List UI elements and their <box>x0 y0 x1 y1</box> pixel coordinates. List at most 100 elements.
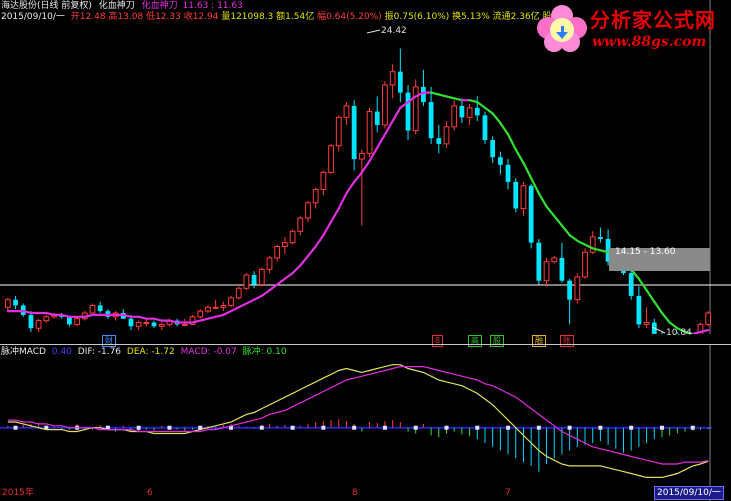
pulse-marker <box>413 425 418 430</box>
flower-logo-icon <box>537 5 587 52</box>
quote-date: 2015/09/10/一 <box>1 12 65 22</box>
candle-body <box>497 157 503 165</box>
candle-body <box>335 116 342 147</box>
candle-body <box>636 295 642 325</box>
ma-segment <box>545 205 556 218</box>
candle <box>151 320 157 329</box>
candle-body <box>197 310 204 318</box>
candle <box>428 86 434 144</box>
candle <box>297 216 304 236</box>
pulse-marker <box>475 425 480 430</box>
candle <box>459 98 465 123</box>
candle <box>74 316 80 327</box>
cursor-date-box: 2015/09/10/一 <box>654 486 724 500</box>
pulse-marker <box>167 425 172 430</box>
candle-body <box>505 164 511 182</box>
quote-amount: 额1.54亿 <box>276 12 315 22</box>
candle <box>589 231 596 255</box>
ma-segment <box>653 300 664 315</box>
candle-body <box>67 316 72 325</box>
candle <box>135 320 142 331</box>
candle <box>67 316 72 327</box>
dea-line <box>7 366 709 465</box>
ma-segment <box>491 112 502 125</box>
candle-body <box>13 299 18 306</box>
candle <box>436 124 442 154</box>
candle <box>13 295 18 310</box>
candle <box>274 244 281 262</box>
candle-body <box>551 257 558 263</box>
candle-body <box>235 287 242 299</box>
candle <box>443 121 450 148</box>
ma-segment <box>437 93 448 98</box>
stock-name: 海达股份(日线 前复权) <box>1 1 92 11</box>
ma-segment <box>391 106 402 123</box>
ma-segment <box>476 100 487 109</box>
pulse-marker <box>444 425 449 430</box>
peak-price-label: 24.42 <box>381 26 407 36</box>
candle-body <box>389 71 396 86</box>
candle <box>598 227 603 243</box>
pulse-marker <box>13 425 18 430</box>
ma-segment <box>468 99 479 104</box>
candle <box>451 100 458 131</box>
pulse-marker <box>321 425 326 430</box>
price-range-label: 14.15 - 13.60 <box>615 247 676 257</box>
ma-segment <box>229 306 240 313</box>
ma-segment <box>152 317 163 322</box>
candle-body <box>28 314 34 329</box>
candle-body <box>567 280 573 300</box>
candle-body <box>143 322 150 324</box>
candle-body <box>559 257 565 281</box>
chart-title-row: 海达股份(日线 前复权) 化血神刀 化血神刀 11.63 : 11.63 <box>1 1 243 12</box>
candle-body <box>89 304 96 314</box>
macd-chart[interactable] <box>0 345 731 501</box>
candle <box>651 318 657 334</box>
candle-body <box>228 297 234 306</box>
candle <box>389 64 396 99</box>
candle-body <box>266 257 273 270</box>
ma-segment <box>660 311 671 324</box>
candle <box>143 318 150 327</box>
candle-body <box>320 171 327 190</box>
candle-body <box>459 105 465 118</box>
axis-month-6: 6 <box>147 488 153 498</box>
indicator-values: 11.63 : 11.63 <box>182 1 243 11</box>
candle-body <box>351 105 357 160</box>
candle <box>421 69 426 106</box>
ma-segment <box>483 106 494 115</box>
candle <box>197 309 204 319</box>
ma-segment <box>360 159 371 174</box>
axis-year-label: 2015年 <box>2 488 34 498</box>
ma-segment <box>353 171 363 183</box>
candle <box>397 48 403 103</box>
quote-info-row: 2015/09/10/一 开12.48 高13.08 低12.33 收12.94… <box>1 12 561 23</box>
ma-segment <box>314 234 325 248</box>
candle <box>351 100 357 171</box>
candle <box>235 286 242 300</box>
candle <box>35 318 42 332</box>
pulse-marker <box>598 425 603 430</box>
pulse-marker <box>382 425 387 430</box>
candle-body <box>705 312 712 325</box>
candle <box>474 96 480 122</box>
candle-body <box>312 189 319 204</box>
pulse-marker <box>259 425 264 430</box>
candle <box>89 303 96 315</box>
candle-body <box>582 251 588 278</box>
candle-body <box>4 299 11 308</box>
ma-segment <box>430 91 440 96</box>
candle <box>412 79 419 135</box>
candle-body <box>358 152 365 160</box>
candle-body <box>135 322 142 327</box>
quote-open: 开12.48 <box>70 12 106 22</box>
ma-segment <box>537 192 548 208</box>
dif-line <box>7 364 709 478</box>
ma-segment <box>337 192 348 210</box>
candle-body <box>251 275 257 285</box>
candle-body <box>520 185 527 209</box>
candle <box>567 278 573 325</box>
candle <box>320 170 327 196</box>
candle-body <box>158 323 165 327</box>
candle-body <box>374 111 380 125</box>
